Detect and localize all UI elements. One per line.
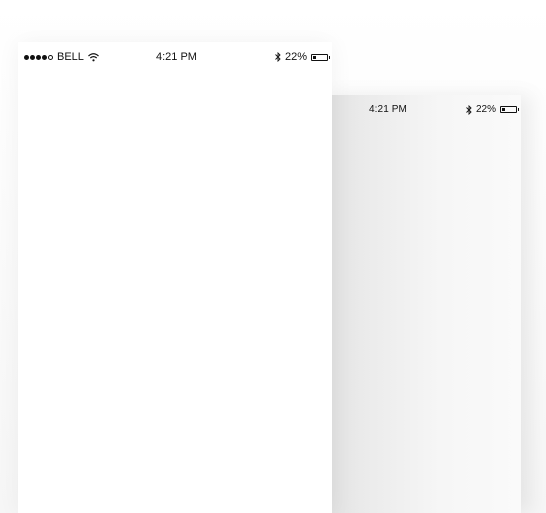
phone-screen-back: 4:21 PM 22% — [320, 95, 521, 513]
status-time: 4:21 PM — [156, 51, 197, 63]
bluetooth-icon — [275, 52, 281, 62]
status-left: BELL — [24, 51, 99, 63]
signal-dot — [42, 54, 47, 60]
signal-dot — [30, 54, 35, 60]
battery-percent: 22% — [284, 51, 307, 63]
phone-screen-front: BELL 4:21 PM 22% — [18, 42, 332, 513]
signal-dot — [36, 54, 41, 60]
status-right: 22% — [466, 104, 519, 115]
battery-level — [502, 108, 505, 111]
wifi-icon — [88, 52, 99, 62]
status-bar: 4:21 PM 22% — [320, 95, 521, 125]
battery-level — [313, 55, 316, 59]
bluetooth-icon — [466, 104, 472, 115]
signal-dot — [24, 54, 29, 60]
carrier-name: BELL — [57, 51, 84, 63]
battery-icon — [311, 53, 330, 61]
battery-icon — [500, 106, 519, 113]
status-right: 22% — [275, 51, 330, 63]
signal-strength-icon — [24, 54, 53, 60]
signal-dot — [48, 54, 53, 60]
status-bar: BELL 4:21 PM 22% — [18, 42, 332, 72]
status-time: 4:21 PM — [369, 104, 407, 115]
battery-percent: 22% — [475, 104, 496, 115]
